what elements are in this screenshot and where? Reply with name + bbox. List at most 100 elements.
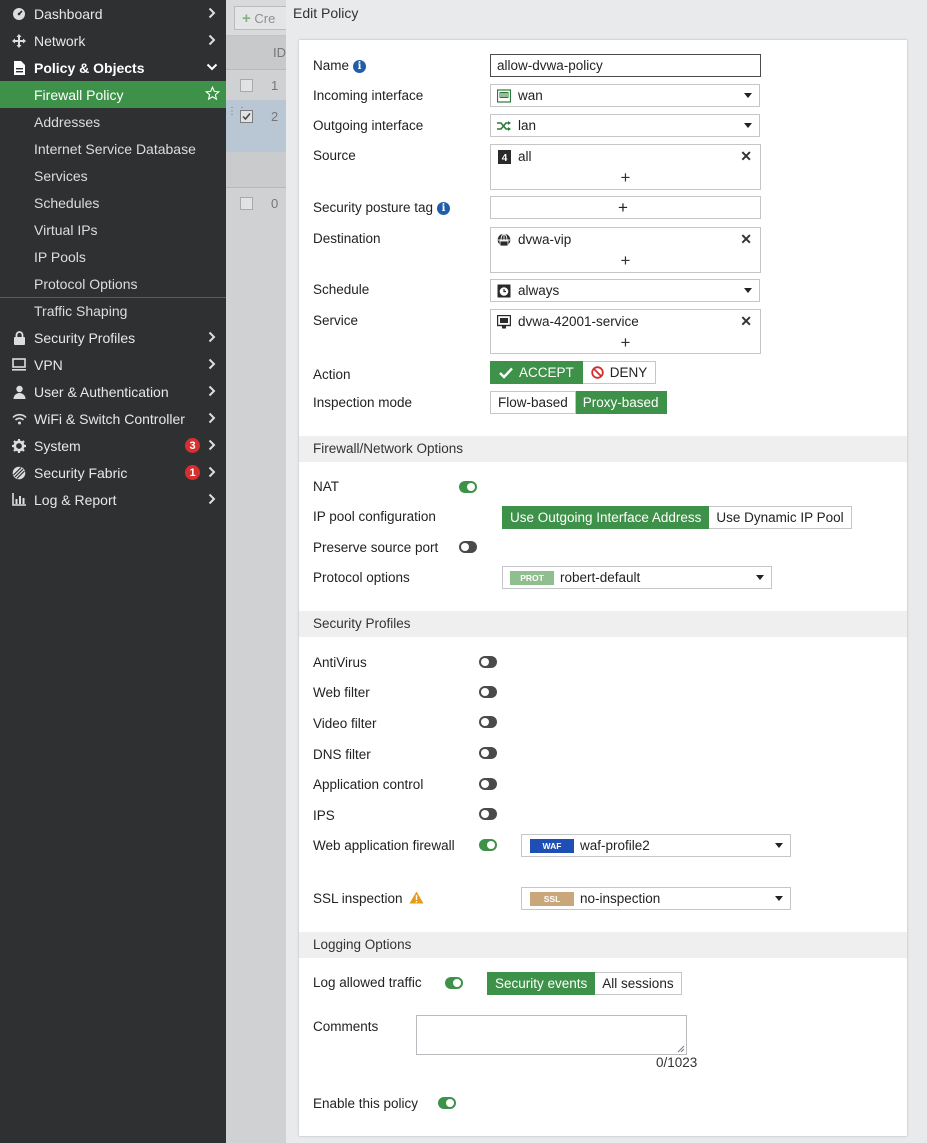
remove-icon[interactable]: ✕ (740, 313, 752, 330)
ippool-toggle: Use Outgoing Interface Address Use Dynam… (502, 506, 852, 529)
security-events-button[interactable]: Security events (487, 972, 596, 995)
nav-internet-service-database[interactable]: Internet Service Database (0, 135, 226, 162)
ippool-label: IP pool configuration (313, 509, 436, 524)
chevron-right-icon (206, 34, 218, 46)
waf-profile-select[interactable]: WAF waf-profile2 (521, 834, 791, 857)
nav-traffic-shaping[interactable]: Traffic Shaping (0, 297, 226, 324)
table-row[interactable]: ⋮⋮ 2 (226, 100, 286, 152)
row-checkbox[interactable] (240, 110, 253, 123)
row-checkbox[interactable] (240, 79, 253, 92)
row-checkbox[interactable] (240, 197, 253, 210)
flow-based-button[interactable]: Flow-based (490, 391, 576, 414)
chevron-right-icon (206, 358, 218, 370)
source-entry[interactable]: 4 all (497, 149, 532, 164)
info-icon[interactable]: i (437, 202, 451, 215)
nav-security-profiles[interactable]: Security Profiles (0, 324, 226, 351)
nav-label: Dashboard (34, 5, 103, 22)
nav-protocol-options[interactable]: Protocol Options (0, 270, 226, 297)
waf-toggle[interactable] (479, 839, 497, 851)
ips-toggle[interactable] (479, 808, 497, 820)
add-icon[interactable]: + (621, 169, 631, 186)
waf-value: waf-profile2 (580, 838, 650, 853)
table-row[interactable]: 1 (226, 72, 286, 100)
info-icon[interactable]: i (353, 60, 367, 73)
comments-textarea[interactable] (416, 1015, 687, 1055)
comments-counter: 0/1023 (656, 1055, 698, 1070)
incoming-interface-select[interactable]: wan (490, 84, 760, 107)
dropdown-caret-icon (756, 575, 764, 580)
destination-entry[interactable]: dvwa-vip (497, 232, 571, 247)
accept-button[interactable]: ACCEPT (490, 361, 583, 384)
all-sessions-button[interactable]: All sessions (595, 972, 682, 995)
nav-schedules[interactable]: Schedules (0, 189, 226, 216)
chevron-right-icon (206, 412, 218, 424)
nav-policy-objects[interactable]: Policy & Objects (0, 54, 226, 81)
service-field[interactable]: dvwa-42001-service ✕ + (490, 309, 761, 354)
protocol-options-select[interactable]: PROT robert-default (502, 566, 772, 589)
name-input[interactable]: allow-dvwa-policy (490, 54, 761, 77)
svg-text:4: 4 (501, 153, 507, 164)
nav-virtual-ips[interactable]: Virtual IPs (0, 216, 226, 243)
add-icon[interactable]: + (621, 252, 631, 269)
chevron-right-icon (206, 439, 218, 451)
dynamic-pool-button[interactable]: Use Dynamic IP Pool (709, 506, 852, 529)
webfilter-toggle[interactable] (479, 686, 497, 698)
nav-services[interactable]: Services (0, 162, 226, 189)
source-field[interactable]: 4 all ✕ + (490, 144, 761, 190)
action-toggle: ACCEPT DENY (490, 361, 657, 384)
nav-vpn[interactable]: VPN (0, 351, 226, 378)
log-traffic-toggle[interactable] (445, 977, 463, 989)
ssl-inspection-select[interactable]: SSL no-inspection (521, 887, 791, 910)
nav-label: Traffic Shaping (34, 303, 128, 319)
nat-label: NAT (313, 479, 339, 494)
ssl-inspection-label: SSL inspection (313, 891, 424, 907)
deny-button[interactable]: DENY (582, 361, 657, 384)
user-icon (11, 384, 27, 400)
nav-label: Security Fabric (34, 464, 128, 481)
remove-icon[interactable]: ✕ (740, 231, 752, 248)
nav-network[interactable]: Network (0, 27, 226, 54)
nav-dashboard[interactable]: Dashboard (0, 0, 226, 27)
star-icon[interactable] (204, 85, 221, 104)
create-new-button[interactable]: + Cre (234, 6, 286, 30)
add-icon[interactable]: + (621, 334, 631, 351)
warning-icon[interactable] (409, 891, 424, 907)
posture-tag-field[interactable]: + (490, 196, 761, 219)
appcontrol-toggle[interactable] (479, 778, 497, 790)
dropdown-caret-icon (775, 843, 783, 848)
table-row[interactable]: 0 (226, 190, 286, 218)
dialog-title: Edit Policy (293, 5, 359, 21)
network-icon (11, 33, 27, 49)
nav-system[interactable]: System 3 (0, 432, 226, 459)
outgoing-address-button[interactable]: Use Outgoing Interface Address (502, 506, 710, 529)
videofilter-toggle[interactable] (479, 716, 497, 728)
nav-wifi-switch[interactable]: WiFi & Switch Controller (0, 405, 226, 432)
schedule-label: Schedule (313, 282, 370, 297)
destination-field[interactable]: dvwa-vip ✕ + (490, 227, 761, 273)
nav-addresses[interactable]: Addresses (0, 108, 226, 135)
nav-label: Firewall Policy (34, 86, 124, 103)
resize-grip-icon[interactable] (677, 1045, 685, 1053)
service-entry[interactable]: dvwa-42001-service (497, 314, 639, 329)
antivirus-toggle[interactable] (479, 656, 497, 668)
add-icon[interactable]: + (618, 198, 628, 218)
nav-log-report[interactable]: Log & Report (0, 486, 226, 513)
nat-toggle[interactable] (459, 481, 477, 493)
nav-label: Network (34, 32, 86, 49)
nav-label: IP Pools (34, 248, 86, 265)
dnsfilter-toggle[interactable] (479, 747, 497, 759)
nav-label: Addresses (34, 113, 101, 130)
webfilter-label: Web filter (313, 685, 370, 700)
dropdown-caret-icon (744, 123, 752, 128)
enable-policy-toggle[interactable] (438, 1097, 456, 1109)
remove-icon[interactable]: ✕ (740, 148, 752, 165)
outgoing-interface-select[interactable]: lan (490, 114, 760, 137)
proxy-based-button[interactable]: Proxy-based (575, 391, 667, 414)
chevron-right-icon (206, 385, 218, 397)
schedule-select[interactable]: always (490, 279, 760, 302)
nav-ip-pools[interactable]: IP Pools (0, 243, 226, 270)
preserve-port-toggle[interactable] (459, 541, 477, 553)
nav-user-authentication[interactable]: User & Authentication (0, 378, 226, 405)
nav-firewall-policy[interactable]: Firewall Policy (0, 81, 226, 108)
nav-security-fabric[interactable]: Security Fabric 1 (0, 459, 226, 486)
